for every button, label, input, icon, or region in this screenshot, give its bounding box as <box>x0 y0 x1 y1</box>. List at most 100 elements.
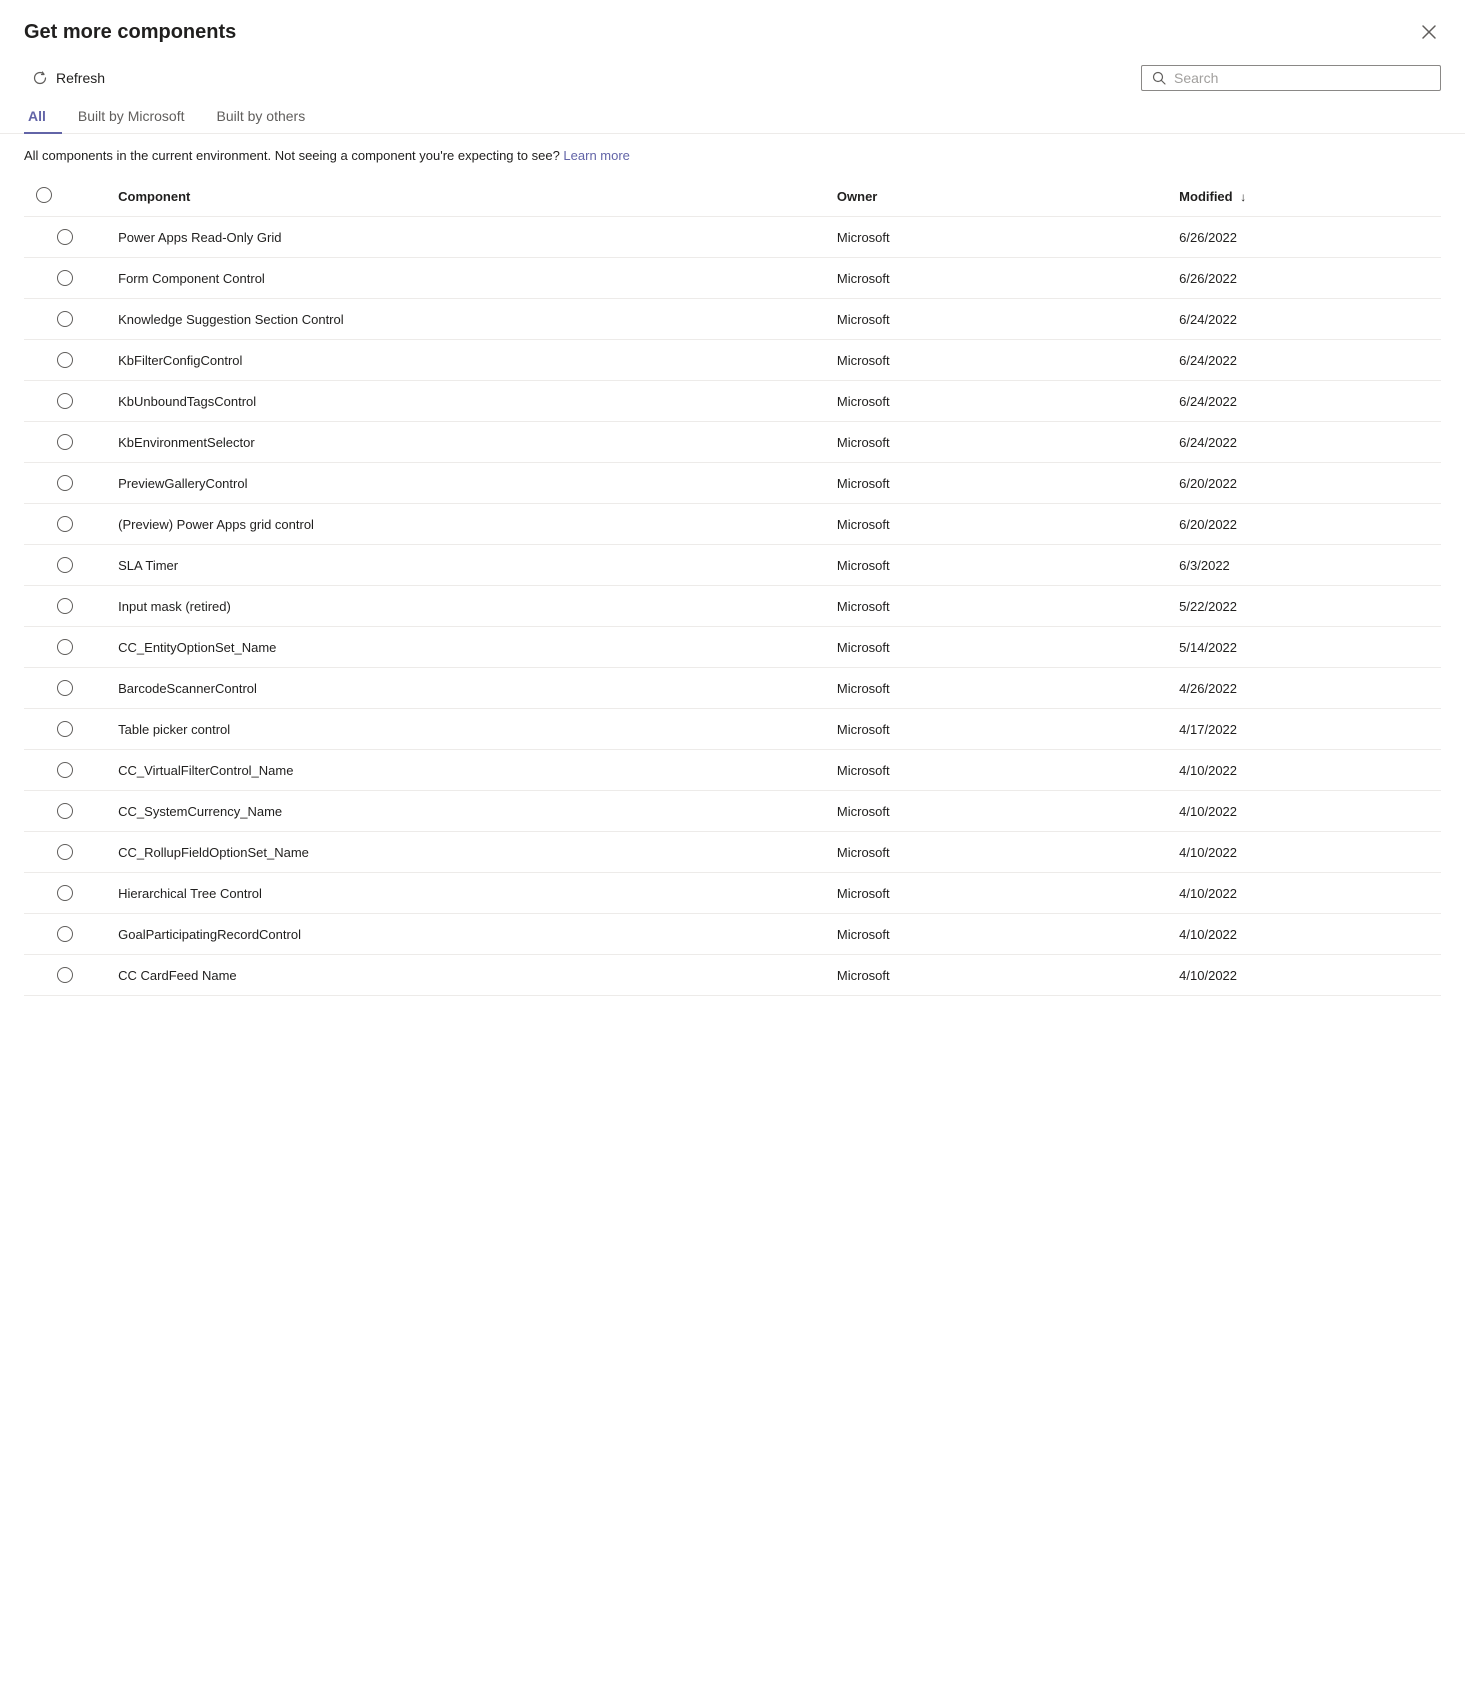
components-table: Component Owner Modified ↓ Pow <box>24 177 1441 996</box>
row-checkbox[interactable] <box>57 598 73 614</box>
modified-cell: 4/10/2022 <box>1167 791 1441 832</box>
component-name-cell: BarcodeScannerControl <box>106 668 825 709</box>
row-checkbox[interactable] <box>57 639 73 655</box>
info-bar: All components in the current environmen… <box>0 134 1465 177</box>
toolbar: Refresh <box>0 56 1465 100</box>
owner-cell: Microsoft <box>825 791 1167 832</box>
table-row: PreviewGalleryControl Microsoft 6/20/202… <box>24 463 1441 504</box>
row-checkbox[interactable] <box>57 721 73 737</box>
learn-more-link[interactable]: Learn more <box>563 148 629 163</box>
row-checkbox-cell <box>24 914 106 955</box>
modified-cell: 6/24/2022 <box>1167 340 1441 381</box>
owner-cell: Microsoft <box>825 504 1167 545</box>
modified-cell: 5/22/2022 <box>1167 586 1441 627</box>
header-checkbox-cell <box>24 177 106 217</box>
component-name-cell: KbFilterConfigControl <box>106 340 825 381</box>
owner-cell: Microsoft <box>825 627 1167 668</box>
select-all-checkbox[interactable] <box>36 187 52 203</box>
owner-cell: Microsoft <box>825 258 1167 299</box>
row-checkbox-cell <box>24 709 106 750</box>
component-name-cell: Form Component Control <box>106 258 825 299</box>
row-checkbox-cell <box>24 545 106 586</box>
table-row: Input mask (retired) Microsoft 5/22/2022 <box>24 586 1441 627</box>
row-checkbox[interactable] <box>57 270 73 286</box>
row-checkbox[interactable] <box>57 680 73 696</box>
tab-all[interactable]: All <box>24 100 62 134</box>
modified-cell: 4/10/2022 <box>1167 914 1441 955</box>
row-checkbox[interactable] <box>57 229 73 245</box>
row-checkbox-cell <box>24 463 106 504</box>
modified-cell: 4/10/2022 <box>1167 832 1441 873</box>
row-checkbox-cell <box>24 422 106 463</box>
tab-built-by-others[interactable]: Built by others <box>200 100 321 134</box>
row-checkbox[interactable] <box>57 393 73 409</box>
table-row: SLA Timer Microsoft 6/3/2022 <box>24 545 1441 586</box>
row-checkbox[interactable] <box>57 803 73 819</box>
table-row: Power Apps Read-Only Grid Microsoft 6/26… <box>24 217 1441 258</box>
owner-cell: Microsoft <box>825 914 1167 955</box>
component-name-cell: Power Apps Read-Only Grid <box>106 217 825 258</box>
row-checkbox[interactable] <box>57 926 73 942</box>
row-checkbox[interactable] <box>57 557 73 573</box>
table-row: KbFilterConfigControl Microsoft 6/24/202… <box>24 340 1441 381</box>
component-name-cell: KbEnvironmentSelector <box>106 422 825 463</box>
tab-built-by-microsoft[interactable]: Built by Microsoft <box>62 100 201 134</box>
component-name-cell: Hierarchical Tree Control <box>106 873 825 914</box>
owner-cell: Microsoft <box>825 217 1167 258</box>
table-row: CC_EntityOptionSet_Name Microsoft 5/14/2… <box>24 627 1441 668</box>
row-checkbox[interactable] <box>57 352 73 368</box>
table-row: CC CardFeed Name Microsoft 4/10/2022 <box>24 955 1441 996</box>
owner-cell: Microsoft <box>825 955 1167 996</box>
header-component: Component <box>106 177 825 217</box>
row-checkbox[interactable] <box>57 762 73 778</box>
row-checkbox[interactable] <box>57 844 73 860</box>
header-modified[interactable]: Modified ↓ <box>1167 177 1441 217</box>
component-name-cell: CC_VirtualFilterControl_Name <box>106 750 825 791</box>
row-checkbox-cell <box>24 791 106 832</box>
table-header: Component Owner Modified ↓ <box>24 177 1441 217</box>
component-name-cell: CC_RollupFieldOptionSet_Name <box>106 832 825 873</box>
table-row: CC_VirtualFilterControl_Name Microsoft 4… <box>24 750 1441 791</box>
row-checkbox-cell <box>24 750 106 791</box>
modified-cell: 6/26/2022 <box>1167 217 1441 258</box>
row-checkbox-cell <box>24 955 106 996</box>
row-checkbox-cell <box>24 217 106 258</box>
modified-cell: 6/24/2022 <box>1167 422 1441 463</box>
row-checkbox[interactable] <box>57 516 73 532</box>
owner-cell: Microsoft <box>825 545 1167 586</box>
modified-cell: 4/17/2022 <box>1167 709 1441 750</box>
row-checkbox[interactable] <box>57 311 73 327</box>
row-checkbox[interactable] <box>57 885 73 901</box>
component-name-cell: CC_EntityOptionSet_Name <box>106 627 825 668</box>
owner-cell: Microsoft <box>825 873 1167 914</box>
table-body: Power Apps Read-Only Grid Microsoft 6/26… <box>24 217 1441 996</box>
modified-cell: 4/10/2022 <box>1167 955 1441 996</box>
close-button[interactable] <box>1417 20 1441 44</box>
table-row: Knowledge Suggestion Section Control Mic… <box>24 299 1441 340</box>
dialog-header: Get more components <box>0 0 1465 56</box>
component-name-cell: Input mask (retired) <box>106 586 825 627</box>
owner-cell: Microsoft <box>825 299 1167 340</box>
row-checkbox[interactable] <box>57 475 73 491</box>
search-icon <box>1152 71 1166 85</box>
close-icon <box>1421 24 1437 40</box>
modified-cell: 6/20/2022 <box>1167 463 1441 504</box>
modified-cell: 4/10/2022 <box>1167 750 1441 791</box>
modified-cell: 6/3/2022 <box>1167 545 1441 586</box>
modified-cell: 5/14/2022 <box>1167 627 1441 668</box>
table-row: CC_SystemCurrency_Name Microsoft 4/10/20… <box>24 791 1441 832</box>
search-input[interactable] <box>1174 70 1430 86</box>
row-checkbox-cell <box>24 299 106 340</box>
modified-cell: 6/26/2022 <box>1167 258 1441 299</box>
modified-cell: 6/24/2022 <box>1167 381 1441 422</box>
table-row: BarcodeScannerControl Microsoft 4/26/202… <box>24 668 1441 709</box>
refresh-label: Refresh <box>56 70 105 86</box>
refresh-button[interactable]: Refresh <box>24 64 113 92</box>
owner-cell: Microsoft <box>825 709 1167 750</box>
row-checkbox[interactable] <box>57 967 73 983</box>
row-checkbox[interactable] <box>57 434 73 450</box>
owner-cell: Microsoft <box>825 586 1167 627</box>
component-name-cell: GoalParticipatingRecordControl <box>106 914 825 955</box>
components-table-container: Component Owner Modified ↓ Pow <box>0 177 1465 996</box>
component-name-cell: KbUnboundTagsControl <box>106 381 825 422</box>
